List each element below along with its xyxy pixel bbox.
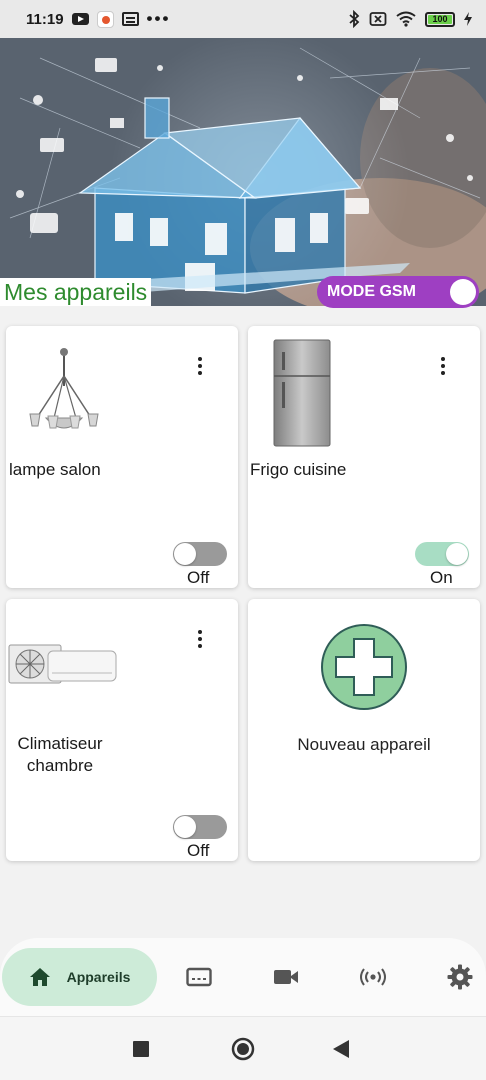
more-options-icon[interactable] bbox=[190, 627, 210, 651]
device-name: Frigo cuisine bbox=[250, 460, 347, 479]
device-power-switch[interactable] bbox=[415, 542, 469, 566]
back-icon[interactable] bbox=[333, 1040, 349, 1058]
broadcast-icon bbox=[360, 968, 386, 986]
device-card[interactable]: Climatiseur chambre Off bbox=[6, 599, 238, 861]
bluetooth-icon bbox=[348, 10, 360, 28]
camera-icon bbox=[274, 970, 298, 984]
wifi-icon bbox=[396, 11, 416, 27]
new-device-label: Nouveau appareil bbox=[297, 735, 431, 754]
gsm-mode-toggle[interactable]: MODE GSM bbox=[317, 276, 479, 308]
switch-knob bbox=[174, 816, 196, 838]
device-name: Climatiseur chambre bbox=[17, 734, 103, 775]
nav-messages[interactable] bbox=[177, 948, 221, 1006]
more-dots-icon: ••• bbox=[146, 9, 171, 28]
system-navigation-bar bbox=[0, 1016, 486, 1080]
more-options-icon[interactable] bbox=[433, 354, 453, 378]
device-state-label: On bbox=[430, 568, 453, 587]
switch-knob bbox=[446, 543, 468, 565]
status-time: 11:19 bbox=[26, 10, 64, 28]
youtube-icon bbox=[71, 13, 89, 25]
add-plus-icon bbox=[321, 624, 407, 710]
nav-settings[interactable] bbox=[438, 948, 482, 1006]
new-device-card[interactable]: Nouveau appareil bbox=[248, 599, 480, 861]
switch-knob bbox=[174, 543, 196, 565]
battery-icon: 100 bbox=[425, 11, 455, 27]
nav-appareils[interactable]: Appareils bbox=[2, 948, 157, 1006]
home-button-icon[interactable] bbox=[231, 1037, 255, 1061]
device-state-label: Off bbox=[187, 568, 210, 587]
settings-icon bbox=[447, 964, 473, 990]
smart-home-illustration bbox=[0, 38, 486, 306]
message-icon bbox=[186, 967, 212, 987]
app-icon bbox=[96, 10, 114, 28]
nav-broadcast[interactable] bbox=[351, 948, 395, 1006]
news-icon bbox=[121, 12, 139, 26]
chandelier-image bbox=[29, 348, 99, 429]
device-card[interactable]: lampe salon Off bbox=[6, 326, 238, 588]
charging-icon bbox=[464, 12, 472, 26]
air-conditioner-image bbox=[8, 644, 117, 684]
more-options-icon[interactable] bbox=[190, 354, 210, 378]
nav-camera[interactable] bbox=[264, 948, 308, 1006]
recent-apps-icon[interactable] bbox=[133, 1041, 149, 1057]
status-bar: 11:19 ••• 100 bbox=[0, 0, 486, 38]
gsm-toggle-knob bbox=[450, 279, 476, 305]
banner-image: Mes appareils bbox=[0, 38, 486, 306]
home-icon bbox=[29, 968, 50, 986]
page-title: Mes appareils bbox=[0, 278, 152, 306]
device-card[interactable]: Frigo cuisine On bbox=[248, 326, 480, 588]
sim-off-icon bbox=[369, 11, 387, 27]
device-state-label: Off bbox=[187, 841, 210, 860]
device-name: lampe salon bbox=[9, 460, 101, 479]
nav-appareils-label: Appareils bbox=[66, 969, 131, 985]
bottom-navigation: Appareils bbox=[0, 938, 486, 1016]
gsm-mode-label: MODE GSM bbox=[327, 283, 416, 300]
fridge-image bbox=[273, 339, 331, 447]
device-power-switch[interactable] bbox=[173, 542, 227, 566]
device-power-switch[interactable] bbox=[173, 815, 227, 839]
battery-level: 100 bbox=[432, 14, 448, 24]
